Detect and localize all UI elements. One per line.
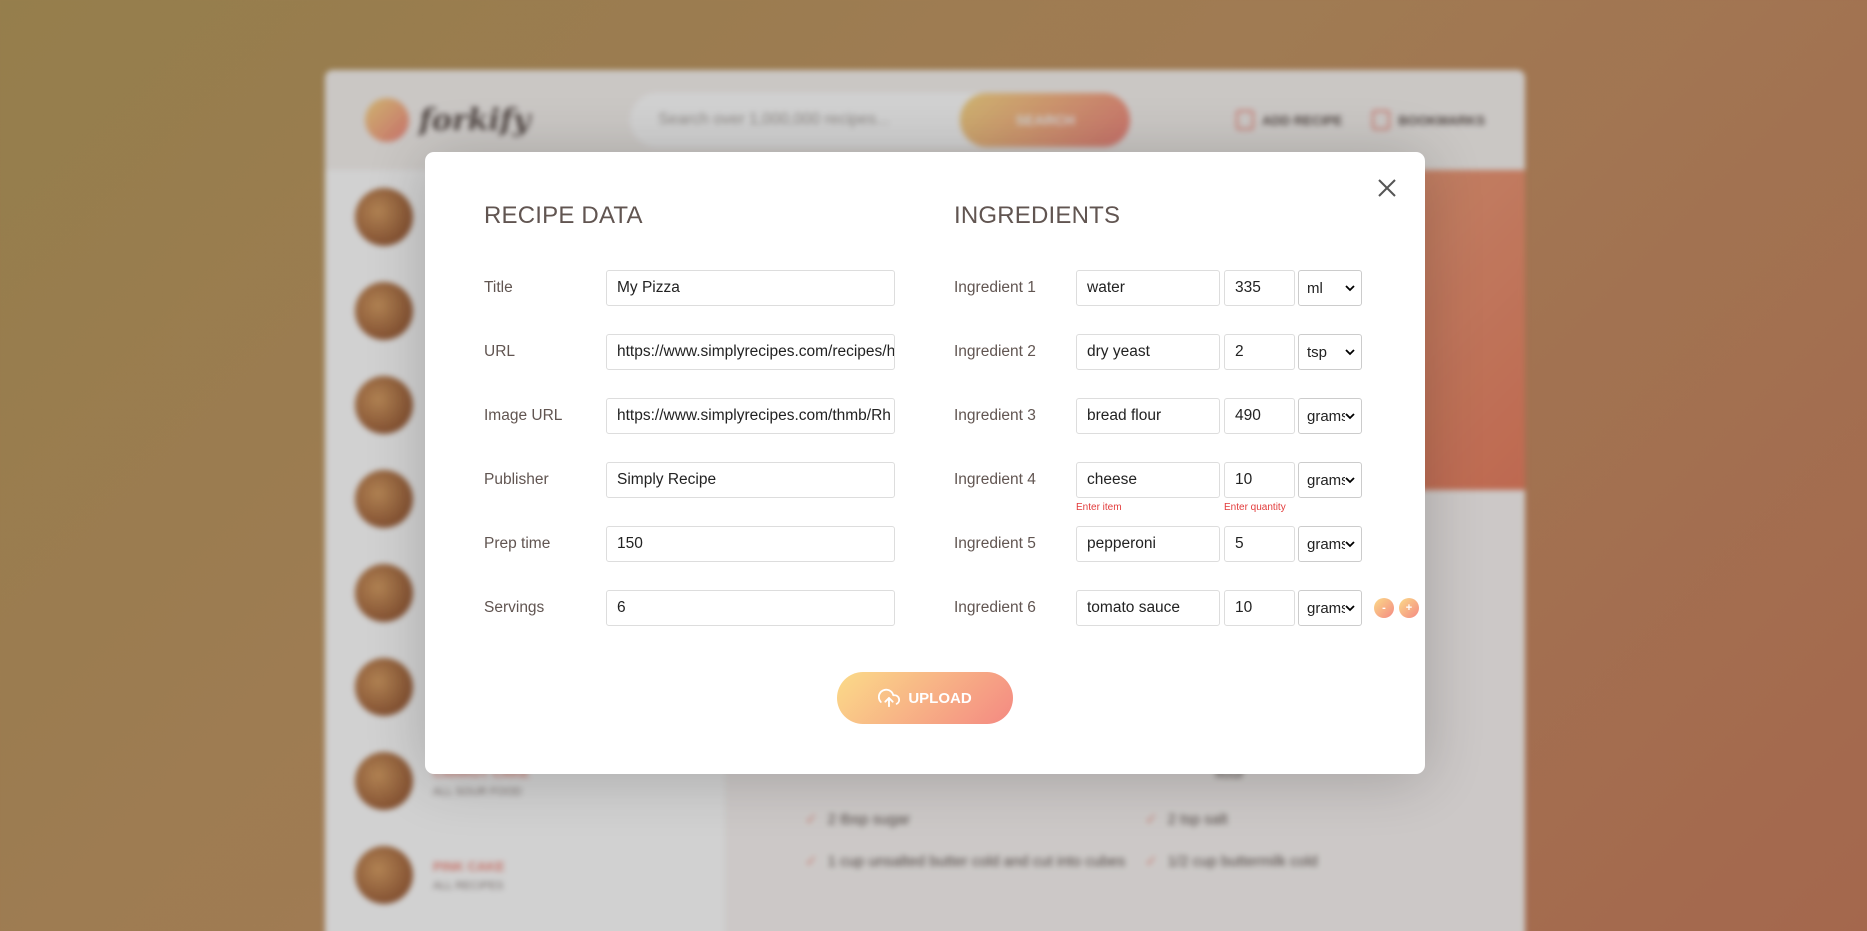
ingredient-label: Ingredient 4 [954,471,1036,488]
ingredient-row: Ingredient 4 cheese 10 grams Enter item … [954,462,1362,513]
ingredient-quantity-input[interactable]: 10 [1224,462,1295,498]
add-recipe-modal: RECIPE DATA Title My Pizza URL https://w… [425,152,1425,774]
publisher-input[interactable]: Simply Recipe [606,462,895,498]
ingredient-label: Ingredient 5 [954,535,1036,552]
unit-select-value: grams [1307,599,1345,617]
publisher-row: Publisher Simply Recipe [484,462,895,498]
ingredient-quantity-input[interactable]: 490 [1224,398,1295,434]
unit-select-value: tsp [1307,343,1328,361]
chevron-down-icon [1345,541,1355,548]
add-ingredient-button[interactable]: + [1399,598,1419,618]
ingredient-item-input[interactable]: water [1076,270,1220,306]
remove-ingredient-button[interactable]: - [1374,598,1394,618]
url-input[interactable]: https://www.simplyrecipes.com/recipes/h [606,334,895,370]
chevron-down-icon [1345,413,1355,420]
upload-label: UPLOAD [908,689,972,707]
unit-select-value: grams [1307,407,1345,425]
ingredient-item-input[interactable]: pepperoni [1076,526,1220,562]
ingredients-section: INGREDIENTS Ingredient 1 water 335 ml In… [954,202,1419,626]
unit-select[interactable]: tsp [1298,334,1362,370]
image-url-label: Image URL [484,407,563,424]
unit-select[interactable]: grams [1298,526,1362,562]
upload-cloud-icon [878,688,901,708]
image-url-row: Image URL https://www.simplyrecipes.com/… [484,398,895,434]
servings-row: Servings 6 [484,590,895,626]
ingredient-item-input[interactable]: dry yeast [1076,334,1220,370]
unit-select-value: grams [1307,471,1345,489]
ingredient-label: Ingredient 3 [954,407,1036,424]
prep-time-input[interactable]: 150 [606,526,895,562]
ingredient-row: Ingredient 5 pepperoni 5 grams [954,526,1362,562]
unit-select[interactable]: ml [1298,270,1362,306]
unit-select-value: ml [1307,279,1323,297]
servings-input[interactable]: 6 [606,590,895,626]
chevron-down-icon [1345,477,1355,484]
quantity-error-message: Enter quantity [1224,502,1286,513]
chevron-down-icon [1345,605,1355,612]
ingredient-quantity-input[interactable]: 10 [1224,590,1295,626]
ingredient-item-input[interactable]: cheese [1076,462,1220,498]
ingredient-label: Ingredient 2 [954,343,1036,360]
publisher-label: Publisher [484,471,549,488]
url-label: URL [484,343,516,360]
title-input[interactable]: My Pizza [606,270,895,306]
title-label: Title [484,279,513,296]
item-error-message: Enter item [1076,502,1122,513]
chevron-down-icon [1345,285,1355,292]
ingredient-quantity-input[interactable]: 5 [1224,526,1295,562]
chevron-down-icon [1345,349,1355,356]
ingredient-quantity-input[interactable]: 2 [1224,334,1295,370]
ingredient-row: Ingredient 6 tomato sauce 10 grams - + [954,590,1419,626]
servings-label: Servings [484,599,545,616]
unit-select[interactable]: grams [1298,462,1362,498]
image-url-input[interactable]: https://www.simplyrecipes.com/thmb/Rh [606,398,895,434]
ingredient-label: Ingredient 6 [954,599,1036,616]
recipe-data-heading: RECIPE DATA [484,202,643,229]
upload-button[interactable]: UPLOAD [837,672,1013,724]
title-row: Title My Pizza [484,270,895,306]
prep-time-label: Prep time [484,535,551,552]
close-icon [1378,179,1396,197]
ingredient-row: Ingredient 3 bread flour 490 grams [954,398,1362,434]
unit-select[interactable]: grams [1298,590,1362,626]
ingredient-quantity-input[interactable]: 335 [1224,270,1295,306]
url-row: URL https://www.simplyrecipes.com/recipe… [484,334,895,370]
ingredient-item-input[interactable]: tomato sauce [1076,590,1220,626]
ingredient-item-input[interactable]: bread flour [1076,398,1220,434]
unit-select-value: grams [1307,535,1345,553]
ingredient-row: Ingredient 1 water 335 ml [954,270,1362,306]
prep-time-row: Prep time 150 [484,526,895,562]
recipe-data-section: RECIPE DATA Title My Pizza URL https://w… [484,202,904,626]
close-button[interactable] [1373,174,1401,202]
ingredient-label: Ingredient 1 [954,279,1036,296]
unit-select[interactable]: grams [1298,398,1362,434]
ingredient-row: Ingredient 2 dry yeast 2 tsp [954,334,1362,370]
ingredients-heading: INGREDIENTS [954,202,1121,229]
